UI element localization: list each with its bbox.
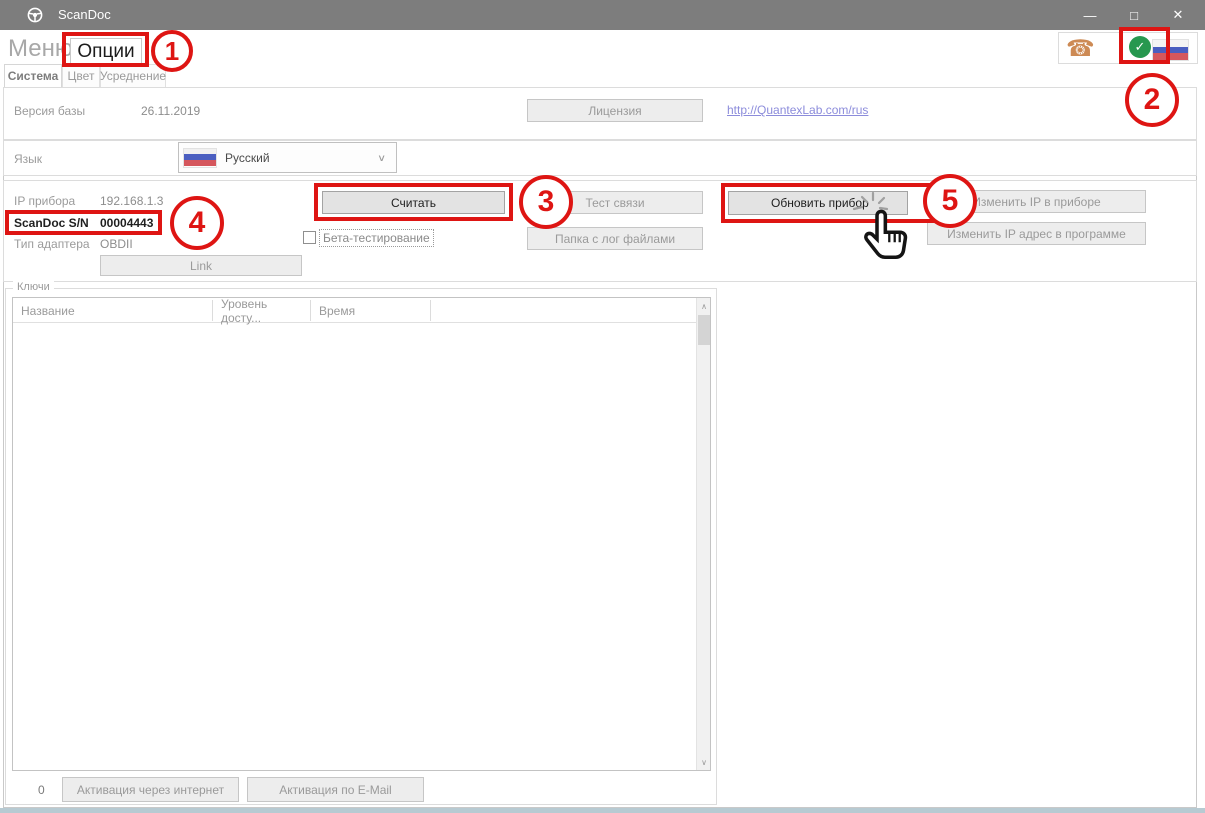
log-folder-button[interactable]: Папка с лог файлами bbox=[527, 227, 703, 250]
scroll-up-icon[interactable]: ∧ bbox=[697, 298, 711, 314]
window-title: ScanDoc bbox=[58, 7, 111, 22]
adapter-type-label: Тип адаптера bbox=[14, 237, 90, 251]
activate-internet-button[interactable]: Активация через интернет bbox=[62, 777, 239, 802]
annotation-step-1: 1 bbox=[151, 30, 193, 72]
title-bar: ScanDoc — □ ✕ bbox=[0, 0, 1205, 30]
language-label: Язык bbox=[14, 152, 42, 166]
adapter-type-value: OBDII bbox=[100, 237, 133, 251]
maximize-button[interactable]: □ bbox=[1117, 0, 1151, 30]
link-button[interactable]: Link bbox=[100, 255, 302, 276]
quantexlab-link[interactable]: http://QuantexLab.com/rus bbox=[727, 103, 868, 117]
keys-legend: Ключи bbox=[13, 281, 54, 293]
annotation-step-5: 5 bbox=[923, 174, 977, 228]
annotation-step-2: 2 bbox=[1125, 73, 1179, 127]
close-button[interactable]: ✕ bbox=[1161, 0, 1195, 30]
db-version-value: 26.11.2019 bbox=[141, 104, 200, 118]
language-select[interactable]: Русский ∨ bbox=[178, 142, 397, 173]
annotation-rect-read-button bbox=[314, 183, 513, 221]
db-version-label: Версия базы bbox=[14, 104, 85, 118]
beta-testing-label: Бета-тестирование bbox=[319, 229, 434, 247]
beta-testing-checkbox[interactable] bbox=[303, 231, 316, 244]
vertical-scrollbar[interactable]: ∧ ∨ bbox=[696, 298, 710, 770]
scandoc-window: ScanDoc — □ ✕ Меню Опции ☎ ✓ Система Цве… bbox=[0, 0, 1205, 813]
hand-cursor-icon bbox=[862, 208, 912, 264]
device-ip-value: 192.168.1.3 bbox=[100, 194, 163, 208]
keys-table-header: Название Уровень досту... Время bbox=[13, 298, 696, 323]
column-header-time[interactable]: Время bbox=[311, 300, 431, 321]
minimize-button[interactable]: — bbox=[1073, 0, 1107, 30]
license-button[interactable]: Лицензия bbox=[527, 99, 703, 122]
scrollbar-thumb[interactable] bbox=[698, 315, 710, 345]
phone-icon[interactable]: ☎ bbox=[1066, 33, 1095, 63]
russia-flag-icon bbox=[183, 148, 217, 168]
column-header-access-level[interactable]: Уровень досту... bbox=[213, 300, 311, 321]
annotation-step-4: 4 bbox=[170, 196, 224, 250]
column-header-name[interactable]: Название bbox=[13, 300, 213, 321]
keys-table: Название Уровень досту... Время ∧ ∨ bbox=[12, 297, 711, 771]
language-selected-value: Русский bbox=[225, 151, 270, 165]
annotation-step-3: 3 bbox=[519, 175, 573, 229]
keys-count: 0 bbox=[38, 783, 45, 797]
device-ip-label: IP прибора bbox=[14, 194, 75, 208]
window-bottom-edge bbox=[0, 808, 1205, 813]
annotation-rect-status-check bbox=[1119, 27, 1170, 64]
scroll-down-icon[interactable]: ∨ bbox=[697, 754, 711, 770]
tab-averaging[interactable]: Усреднение bbox=[100, 64, 166, 87]
activate-email-button[interactable]: Активация по E-Mail bbox=[247, 777, 424, 802]
tab-system[interactable]: Система bbox=[4, 64, 62, 87]
tab-color[interactable]: Цвет bbox=[62, 64, 100, 87]
annotation-rect-options bbox=[62, 32, 149, 67]
steering-wheel-icon bbox=[27, 7, 43, 23]
annotation-rect-serial-number bbox=[5, 210, 162, 235]
chevron-down-icon: ∨ bbox=[377, 152, 386, 163]
